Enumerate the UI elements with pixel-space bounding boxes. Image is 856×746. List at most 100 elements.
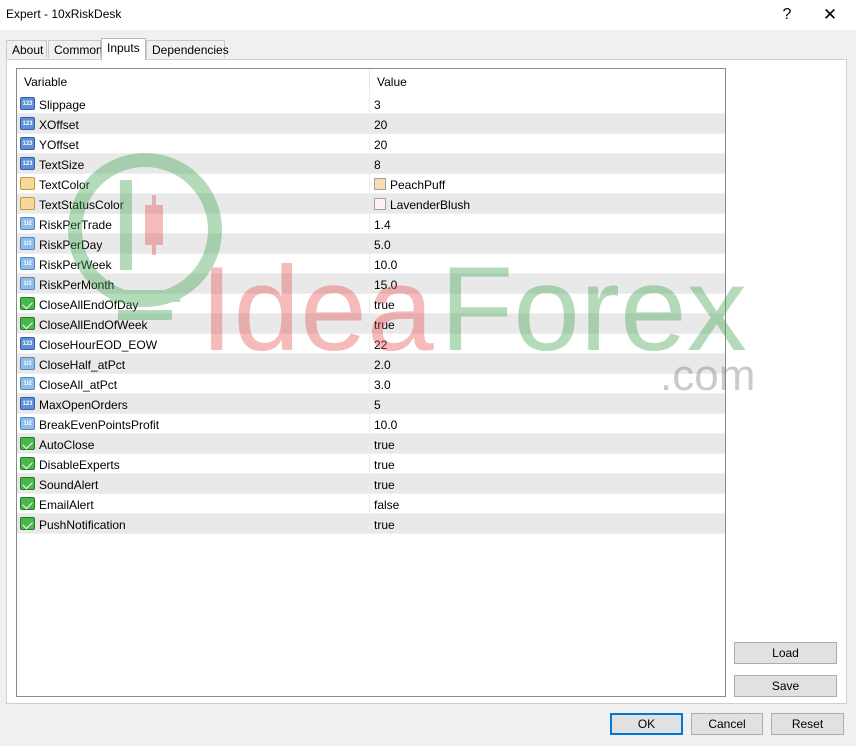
title-bar: Expert - 10xRiskDesk ? ✕ xyxy=(0,0,856,30)
double-icon: 1/2 xyxy=(20,357,35,370)
cell-divider xyxy=(369,154,370,174)
double-icon: 1/2 xyxy=(20,237,35,250)
table-row[interactable]: 1/2 CloseHalf_atPct 2.0 xyxy=(17,354,725,374)
cell-divider xyxy=(369,314,370,334)
integer-icon: 123 xyxy=(20,117,35,130)
variable-value[interactable]: 20 xyxy=(374,138,387,152)
variable-name: BreakEvenPointsProfit xyxy=(39,418,160,432)
close-icon[interactable]: ✕ xyxy=(808,0,852,30)
table-row[interactable]: TextColor PeachPuff xyxy=(17,174,725,194)
tab-inputs[interactable]: Inputs xyxy=(101,38,146,60)
cancel-button[interactable]: Cancel xyxy=(691,713,763,735)
table-row[interactable]: 1/2 RiskPerMonth 15.0 xyxy=(17,274,725,294)
value-column-header[interactable]: Value xyxy=(377,75,407,89)
variable-value[interactable]: false xyxy=(374,498,399,512)
table-row[interactable]: SoundAlert true xyxy=(17,474,725,494)
variable-value[interactable]: 10.0 xyxy=(374,418,397,432)
variable-value[interactable]: 3.0 xyxy=(374,378,391,392)
variable-value[interactable]: true xyxy=(374,478,395,492)
bool-icon xyxy=(20,437,35,450)
variable-value[interactable]: 15.0 xyxy=(374,278,397,292)
integer-icon: 123 xyxy=(20,97,35,110)
table-row[interactable]: AutoClose true xyxy=(17,434,725,454)
table-row[interactable]: 123 TextSize 8 xyxy=(17,154,725,174)
color-icon xyxy=(20,177,35,190)
variable-value[interactable]: 5.0 xyxy=(374,238,391,252)
variable-value[interactable]: 2.0 xyxy=(374,358,391,372)
tab-dependencies[interactable]: Dependencies xyxy=(146,40,229,58)
bool-icon xyxy=(20,297,35,310)
variable-value[interactable]: 22 xyxy=(374,338,387,352)
variable-name: CloseAllEndOfWeek xyxy=(39,318,148,332)
cell-divider xyxy=(369,334,370,354)
variable-value[interactable]: 5 xyxy=(374,398,381,412)
table-row[interactable]: 123 XOffset 20 xyxy=(17,114,725,134)
variable-value[interactable]: 20 xyxy=(374,118,387,132)
cell-divider xyxy=(369,114,370,134)
cell-divider xyxy=(369,174,370,194)
table-row[interactable]: 123 YOffset 20 xyxy=(17,134,725,154)
variable-value[interactable]: true xyxy=(374,318,395,332)
table-row[interactable]: 1/2 RiskPerDay 5.0 xyxy=(17,234,725,254)
table-row[interactable]: 1/2 RiskPerWeek 10.0 xyxy=(17,254,725,274)
table-row[interactable]: 1/2 RiskPerTrade 1.4 xyxy=(17,214,725,234)
help-icon[interactable]: ? xyxy=(765,0,809,30)
cell-divider xyxy=(369,134,370,154)
cell-divider xyxy=(369,434,370,454)
column-divider[interactable] xyxy=(369,69,370,93)
variable-name: SoundAlert xyxy=(39,478,99,492)
variable-value[interactable]: true xyxy=(374,298,395,312)
cell-divider xyxy=(369,354,370,374)
variable-value[interactable]: 1.4 xyxy=(374,218,391,232)
cell-divider xyxy=(369,414,370,434)
integer-icon: 123 xyxy=(20,157,35,170)
cell-divider xyxy=(369,254,370,274)
load-button[interactable]: Load xyxy=(734,642,837,664)
variable-name: RiskPerTrade xyxy=(39,218,112,232)
reset-button[interactable]: Reset xyxy=(771,713,844,735)
tab-about[interactable]: About xyxy=(6,40,47,58)
cell-divider xyxy=(369,214,370,234)
double-icon: 1/2 xyxy=(20,217,35,230)
table-row[interactable]: DisableExperts true xyxy=(17,454,725,474)
variable-value[interactable]: PeachPuff xyxy=(390,178,445,192)
bool-icon xyxy=(20,497,35,510)
variable-name: TextColor xyxy=(39,178,90,192)
table-row[interactable]: CloseAllEndOfDay true xyxy=(17,294,725,314)
ok-button[interactable]: OK xyxy=(610,713,683,735)
table-row[interactable]: PushNotification true xyxy=(17,514,725,534)
table-row[interactable]: 123 Slippage 3 xyxy=(17,94,725,114)
variable-name: CloseAll_atPct xyxy=(39,378,118,392)
color-swatch[interactable] xyxy=(374,178,386,190)
table-row[interactable]: TextStatusColor LavenderBlush xyxy=(17,194,725,214)
cell-divider xyxy=(369,94,370,114)
table-row[interactable]: 123 MaxOpenOrders 5 xyxy=(17,394,725,414)
table-row[interactable]: EmailAlert false xyxy=(17,494,725,514)
variable-value[interactable]: LavenderBlush xyxy=(390,198,470,212)
variable-name: EmailAlert xyxy=(39,498,94,512)
tab-common[interactable]: Common xyxy=(48,40,103,58)
variable-value[interactable]: 8 xyxy=(374,158,381,172)
variable-value[interactable]: 10.0 xyxy=(374,258,397,272)
color-swatch[interactable] xyxy=(374,198,386,210)
variable-name: RiskPerDay xyxy=(39,238,103,252)
variable-name: CloseHourEOD_EOW xyxy=(39,338,158,352)
cell-divider xyxy=(369,494,370,514)
color-icon xyxy=(20,197,35,210)
table-row[interactable]: CloseAllEndOfWeek true xyxy=(17,314,725,334)
variable-value[interactable]: 3 xyxy=(374,98,381,112)
variable-value[interactable]: true xyxy=(374,518,395,532)
variable-value[interactable]: true xyxy=(374,438,395,452)
variable-name: TextSize xyxy=(39,158,85,172)
variable-name: CloseHalf_atPct xyxy=(39,358,126,372)
variable-column-header[interactable]: Variable xyxy=(24,75,67,89)
save-button[interactable]: Save xyxy=(734,675,837,697)
table-row[interactable]: 123 CloseHourEOD_EOW 22 xyxy=(17,334,725,354)
variable-value[interactable]: true xyxy=(374,458,395,472)
table-row[interactable]: 1/2 CloseAll_atPct 3.0 xyxy=(17,374,725,394)
table-row[interactable]: 1/2 BreakEvenPointsProfit 10.0 xyxy=(17,414,725,434)
grid-header: Variable Value xyxy=(17,69,725,93)
window-title: Expert - 10xRiskDesk xyxy=(6,7,122,21)
variable-name: CloseAllEndOfDay xyxy=(39,298,139,312)
inputs-grid: Variable Value 123 Slippage 3 123 XOffset 20 1… xyxy=(16,68,726,697)
